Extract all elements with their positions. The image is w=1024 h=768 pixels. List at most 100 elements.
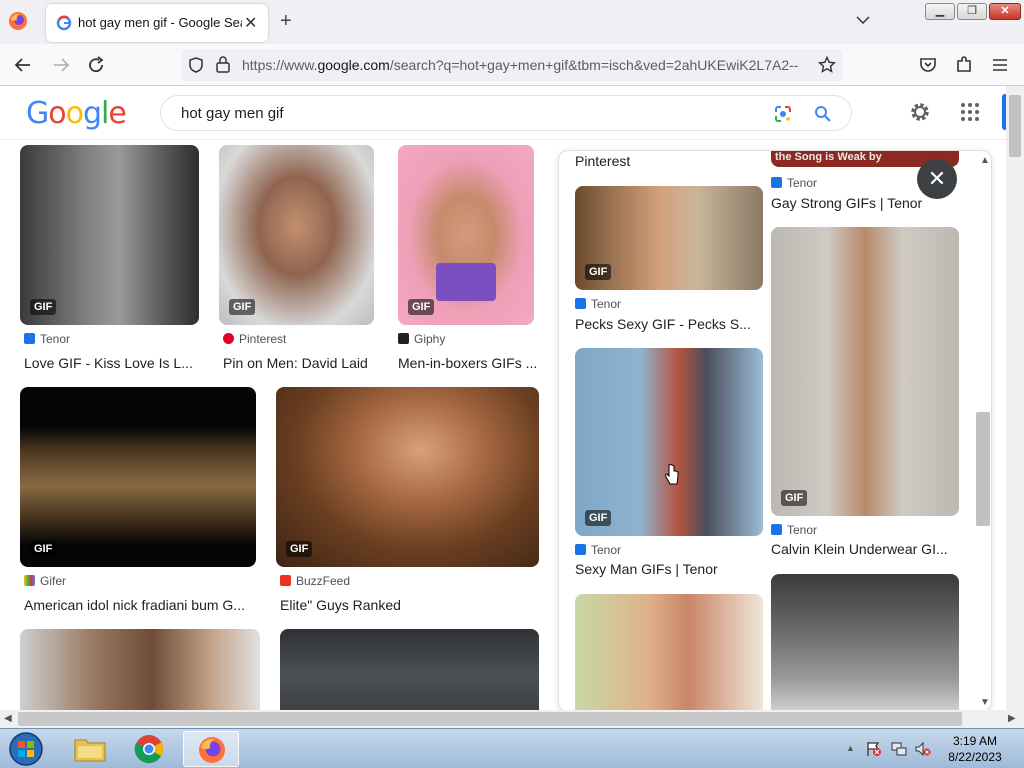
result-thumbnail[interactable]: GIF [20, 145, 199, 325]
related-result-caption[interactable]: Pecks Sexy GIF - Pecks S... [575, 316, 761, 332]
lock-icon[interactable] [216, 56, 230, 73]
system-clock[interactable]: 3:19 AM 8/22/2023 [940, 733, 1010, 765]
scroll-down-arrow-icon[interactable]: ▼ [980, 697, 990, 708]
result-thumbnail[interactable]: GIF [219, 145, 374, 325]
related-result-source[interactable]: Tenor [771, 523, 817, 537]
result-caption[interactable]: American idol nick fradiani bum G... [24, 597, 256, 613]
firefox-icon [199, 737, 225, 763]
hand-cursor-icon [665, 464, 679, 485]
image-result-card[interactable] [20, 629, 260, 710]
result-thumbnail[interactable] [280, 629, 539, 710]
panel-close-button[interactable]: ✕ [917, 159, 957, 199]
window-maximize-button[interactable]: ❐ [957, 3, 987, 20]
result-caption[interactable]: Pin on Men: David Laid [223, 355, 375, 371]
gif-badge: GIF [585, 510, 612, 526]
google-apps-grid-icon[interactable] [960, 102, 980, 122]
windows-taskbar: ▲ 3:19 AM 8/22/2023 [0, 728, 1024, 768]
page-horizontal-scrollbar-thumb[interactable] [18, 712, 962, 726]
gif-badge: GIF [229, 299, 256, 315]
result-caption[interactable]: Men-in-boxers GIFs ... [398, 355, 538, 371]
result-caption[interactable]: Love GIF - Kiss Love Is L... [24, 355, 196, 371]
result-source[interactable]: BuzzFeed [280, 574, 350, 588]
taskbar-file-explorer[interactable] [62, 731, 118, 767]
thumbnail-overlay-text: the Song is Weak by [775, 151, 882, 163]
bookmark-star-icon[interactable] [818, 56, 836, 74]
related-image-thumbnail[interactable]: GIF [771, 227, 959, 516]
back-arrow-icon[interactable] [12, 54, 34, 76]
pocket-icon[interactable] [917, 54, 939, 76]
reload-icon[interactable] [85, 54, 107, 76]
scroll-left-arrow-icon[interactable]: ◀ [4, 713, 12, 724]
image-result-card[interactable]: GIF BuzzFeed Elite" Guys Ranked [276, 387, 540, 617]
browser-tab-active[interactable]: hot gay men gif - Google Search ✕ [46, 4, 268, 42]
image-result-card[interactable]: GIF Giphy Men-in-boxers GIFs ... [398, 145, 538, 375]
related-result-caption[interactable]: Sexy Man GIFs | Tenor [575, 561, 761, 577]
search-query[interactable]: hot gay men gif [181, 105, 284, 122]
window-minimize-button[interactable]: ▁ [925, 3, 955, 20]
related-result-source[interactable]: Tenor [575, 297, 621, 311]
result-thumbnail[interactable]: GIF [276, 387, 539, 567]
related-image-thumbnail[interactable]: GIF [575, 348, 763, 536]
settings-gear-icon[interactable] [908, 100, 932, 124]
panel-scrollbar-thumb[interactable] [976, 412, 990, 526]
image-result-card[interactable] [280, 629, 540, 710]
url-text[interactable]: https://www.google.com/search?q=hot+gay+… [242, 57, 802, 73]
tracking-protection-shield-icon[interactable] [188, 57, 204, 73]
google-search-box[interactable]: hot gay men gif [160, 95, 852, 131]
forward-arrow-icon[interactable] [50, 54, 72, 76]
related-result-source[interactable]: Tenor [575, 543, 621, 557]
tab-title: hot gay men gif - Google Search [78, 15, 242, 30]
related-result-caption[interactable]: Calvin Klein Underwear GI... [771, 541, 957, 557]
related-image-thumbnail[interactable]: GIF [575, 186, 763, 290]
extensions-puzzle-icon[interactable] [953, 54, 975, 76]
window-close-button[interactable]: ✕ [989, 3, 1021, 20]
page-vertical-scrollbar-thumb[interactable] [1009, 95, 1021, 157]
list-all-tabs-icon[interactable] [855, 12, 871, 28]
result-source[interactable]: Giphy [398, 332, 445, 346]
navigation-toolbar: https://www.google.com/search?q=hot+gay+… [0, 44, 1024, 86]
search-icon[interactable] [813, 104, 833, 124]
result-caption[interactable]: Elite" Guys Ranked [280, 597, 540, 613]
gif-badge: GIF [781, 490, 808, 506]
gif-badge: GIF [30, 541, 57, 557]
clock-date: 8/22/2023 [948, 750, 1002, 764]
windows-start-icon[interactable] [6, 731, 46, 767]
result-thumbnail[interactable]: GIF [398, 145, 534, 325]
result-source[interactable]: Tenor [24, 332, 70, 346]
scroll-up-arrow-icon[interactable]: ▲ [980, 155, 990, 166]
related-image-thumbnail[interactable] [771, 574, 959, 711]
panel-top-caption[interactable]: Pinterest [575, 153, 630, 169]
result-source[interactable]: Gifer [24, 574, 66, 588]
firefox-menu-icon[interactable] [8, 11, 28, 31]
tenor-icon [24, 333, 35, 344]
pinterest-icon [223, 333, 234, 344]
taskbar-firefox[interactable] [183, 731, 239, 767]
app-menu-hamburger-icon[interactable] [989, 54, 1011, 76]
related-result-source[interactable]: Tenor [771, 176, 817, 190]
chrome-icon [134, 735, 164, 764]
action-center-flag-icon[interactable] [866, 741, 882, 757]
gifer-icon [24, 575, 35, 586]
volume-muted-icon[interactable] [915, 741, 931, 757]
scroll-right-arrow-icon[interactable]: ▶ [1008, 713, 1016, 724]
page-vertical-scrollbar[interactable] [1006, 86, 1024, 710]
image-result-card[interactable]: GIF Gifer American idol nick fradiani bu… [20, 387, 257, 617]
new-tab-button[interactable]: + [280, 10, 292, 33]
tab-strip: hot gay men gif - Google Search ✕ + ▁ ❐ … [0, 0, 1024, 44]
related-image-thumbnail[interactable] [575, 594, 763, 711]
taskbar-chrome[interactable] [122, 731, 178, 767]
google-lens-icon[interactable] [773, 104, 793, 124]
result-thumbnail[interactable]: GIF [20, 387, 256, 567]
result-thumbnail[interactable] [20, 629, 260, 710]
network-icon[interactable] [891, 741, 907, 757]
gif-badge: GIF [286, 541, 313, 557]
tab-close-icon[interactable]: ✕ [244, 13, 257, 33]
image-preview-panel: Pinterest GIF Tenor Pecks Sexy GIF - Pec… [558, 150, 992, 712]
image-result-card[interactable]: GIF Pinterest Pin on Men: David Laid [219, 145, 375, 375]
result-source[interactable]: Pinterest [223, 332, 286, 346]
image-result-card[interactable]: GIF Tenor Love GIF - Kiss Love Is L... [20, 145, 200, 375]
google-logo[interactable]: Google [26, 96, 127, 131]
url-bar[interactable]: https://www.google.com/search?q=hot+gay+… [182, 49, 842, 81]
tenor-icon [771, 524, 782, 535]
show-hidden-icons-arrow-icon[interactable]: ▲ [846, 743, 855, 753]
